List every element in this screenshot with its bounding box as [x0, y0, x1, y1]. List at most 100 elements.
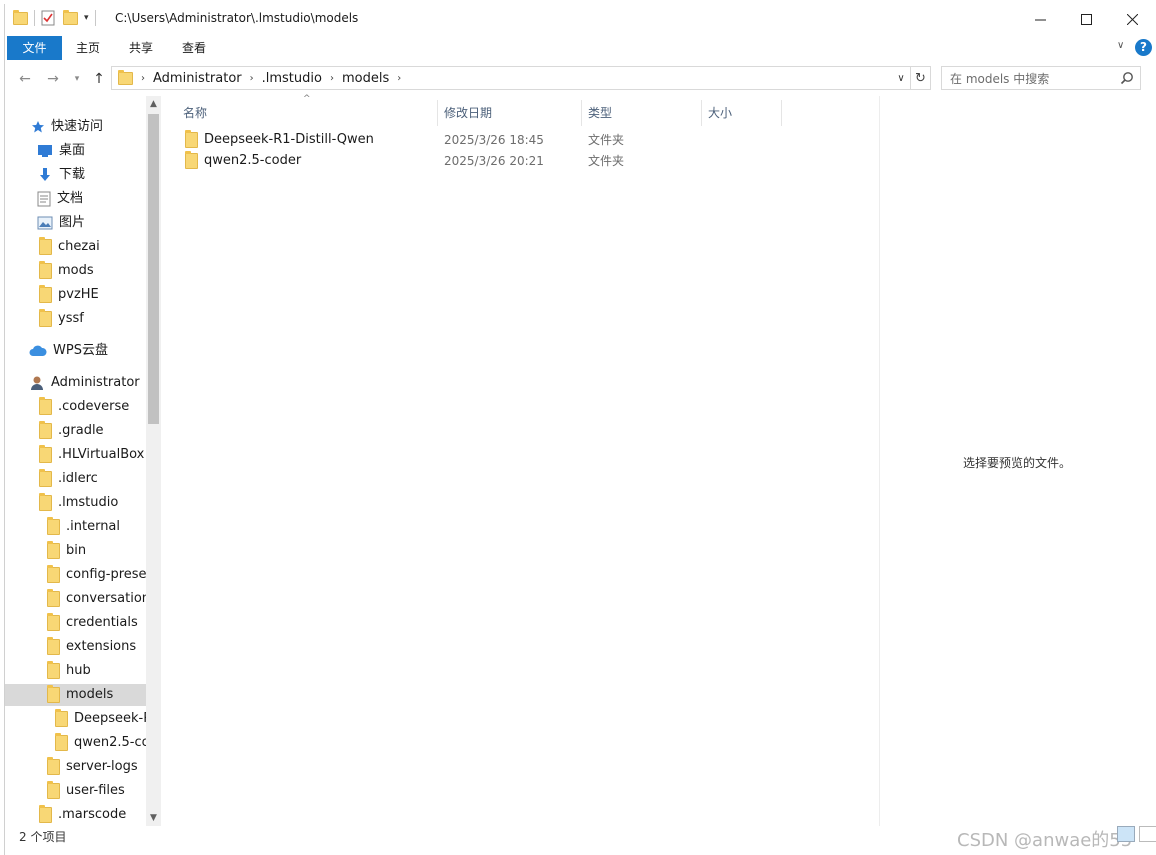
- folder-icon: [47, 637, 60, 655]
- nav-item-desktop[interactable]: 桌面 📌: [37, 140, 161, 162]
- desktop-icon: [38, 145, 52, 157]
- breadcrumb-lmstudio[interactable]: .lmstudio: [262, 71, 322, 86]
- folder-icon: [47, 757, 60, 775]
- status-item-count: 2 个项目: [19, 830, 67, 844]
- address-dropdown-icon[interactable]: ∨: [892, 67, 910, 89]
- nav-item-pvzhe[interactable]: pvzHE: [39, 284, 99, 306]
- quick-access-toolbar: ▾: [13, 9, 102, 26]
- tab-home[interactable]: 主页: [65, 36, 111, 60]
- download-icon: [40, 168, 50, 181]
- scroll-thumb[interactable]: [148, 114, 159, 424]
- file-date: 2025/3/26 20:21: [444, 154, 544, 168]
- breadcrumb-administrator[interactable]: Administrator: [153, 71, 242, 86]
- breadcrumb-models[interactable]: models: [342, 71, 389, 86]
- column-header-date[interactable]: 修改日期: [444, 100, 492, 126]
- nav-item-extensions[interactable]: extensions: [47, 636, 136, 658]
- properties-icon[interactable]: [41, 10, 55, 26]
- nav-item-chezai[interactable]: chezai: [39, 236, 100, 258]
- nav-item-pictures[interactable]: 图片 📌: [37, 212, 161, 234]
- nav-item-codeverse[interactable]: .codeverse: [39, 396, 129, 418]
- folder-icon: [39, 469, 52, 487]
- close-button[interactable]: [1109, 4, 1155, 34]
- help-icon[interactable]: ?: [1135, 39, 1152, 56]
- column-header-type[interactable]: 类型: [588, 100, 612, 126]
- folder-icon: [39, 445, 52, 463]
- file-row-qwen[interactable]: qwen2.5-coder: [185, 151, 301, 171]
- recent-locations-button[interactable]: ▾: [67, 69, 87, 89]
- title-bar: ▾ C:\Users\Administrator\.lmstudio\model…: [5, 4, 1156, 34]
- column-header-size[interactable]: 大小: [708, 100, 732, 126]
- nav-item-marscode[interactable]: .marscode: [39, 804, 126, 826]
- scroll-up-icon[interactable]: ▲: [146, 96, 161, 112]
- address-bar[interactable]: › Administrator › .lmstudio › models › ∨: [111, 66, 911, 90]
- maximize-button[interactable]: [1063, 4, 1109, 34]
- address-row: ← → ▾ ↑ › Administrator › .lmstudio › mo…: [5, 66, 1156, 92]
- tab-file[interactable]: 文件: [7, 36, 62, 60]
- nav-item-yssf[interactable]: yssf: [39, 308, 84, 330]
- column-divider[interactable]: [781, 100, 782, 126]
- folder-icon: [39, 237, 52, 255]
- search-placeholder: 在 models 中搜索: [950, 71, 1050, 86]
- nav-item-internal[interactable]: .internal: [47, 516, 120, 538]
- arrow-left-icon: ←: [19, 71, 31, 87]
- new-folder-icon[interactable]: [63, 9, 78, 25]
- chevron-right-icon[interactable]: ›: [397, 73, 401, 84]
- chevron-right-icon[interactable]: ›: [141, 73, 145, 84]
- file-type: 文件夹: [588, 133, 625, 147]
- expand-ribbon-icon[interactable]: ∨: [1117, 40, 1124, 51]
- nav-item-models[interactable]: models: [5, 684, 146, 706]
- ribbon-tabs: 文件 主页 共享 查看 ∨ ?: [5, 36, 1156, 60]
- nav-item-lmstudio[interactable]: .lmstudio: [39, 492, 118, 514]
- column-header-name[interactable]: 名称: [183, 100, 207, 126]
- file-row-deepseek[interactable]: Deepseek-R1-Distill-Qwen: [185, 130, 374, 150]
- scroll-down-icon[interactable]: ▼: [146, 810, 161, 826]
- customize-toolbar-icon[interactable]: ▾: [84, 13, 89, 23]
- folder-icon: [55, 733, 68, 751]
- refresh-button[interactable]: ↻: [911, 66, 931, 90]
- search-icon[interactable]: [1120, 71, 1134, 85]
- minimize-button[interactable]: [1017, 4, 1063, 34]
- preview-divider[interactable]: [879, 96, 880, 826]
- details-view-icon[interactable]: [1117, 826, 1135, 842]
- nav-item-user-files[interactable]: user-files: [47, 780, 125, 802]
- nav-item-deepseek[interactable]: Deepseek-R: [55, 708, 152, 730]
- search-input[interactable]: 在 models 中搜索: [941, 66, 1141, 90]
- nav-item-bin[interactable]: bin: [47, 540, 86, 562]
- column-divider[interactable]: [437, 100, 438, 126]
- large-icons-view-icon[interactable]: [1139, 826, 1156, 842]
- folder-icon: [55, 709, 68, 727]
- nav-item-credentials[interactable]: credentials: [47, 612, 138, 634]
- nav-item-gradle[interactable]: .gradle: [39, 420, 104, 442]
- back-button[interactable]: ←: [15, 69, 35, 89]
- nav-item-conversations[interactable]: conversations: [47, 588, 157, 610]
- nav-item-qwen[interactable]: qwen2.5-coc: [55, 732, 157, 754]
- nav-item-downloads[interactable]: 下载 📌: [37, 164, 161, 186]
- watermark: CSDN @anwae的55: [957, 830, 1133, 851]
- folder-icon: [47, 613, 60, 631]
- chevron-right-icon[interactable]: ›: [250, 73, 254, 84]
- column-divider[interactable]: [701, 100, 702, 126]
- nav-item-mods[interactable]: mods: [39, 260, 94, 282]
- sort-ascending-icon: ^: [303, 94, 311, 104]
- forward-button[interactable]: →: [43, 69, 63, 89]
- nav-scrollbar[interactable]: ▲ ▼: [146, 96, 161, 826]
- nav-item-server-logs[interactable]: server-logs: [47, 756, 138, 778]
- nav-item-hlvirtualbox[interactable]: .HLVirtualBox: [39, 444, 144, 466]
- nav-item-documents[interactable]: 文档 📌: [37, 188, 161, 210]
- explorer-window: ▾ C:\Users\Administrator\.lmstudio\model…: [4, 4, 1156, 855]
- tab-view[interactable]: 查看: [171, 36, 217, 60]
- up-button[interactable]: ↑: [89, 69, 109, 89]
- nav-quick-access[interactable]: 快速访问: [31, 116, 103, 138]
- nav-item-config-preset[interactable]: config-preset: [47, 564, 152, 586]
- nav-wps-cloud[interactable]: WPS云盘: [29, 340, 108, 362]
- column-divider[interactable]: [581, 100, 582, 126]
- nav-item-hub[interactable]: hub: [47, 660, 91, 682]
- picture-icon: [37, 216, 53, 230]
- tab-share[interactable]: 共享: [118, 36, 164, 60]
- nav-user-administrator[interactable]: Administrator: [29, 372, 140, 394]
- folder-icon: [47, 781, 60, 799]
- chevron-right-icon[interactable]: ›: [330, 73, 334, 84]
- folder-icon: [47, 565, 60, 583]
- nav-item-idlerc[interactable]: .idlerc: [39, 468, 98, 490]
- folder-icon: [47, 661, 60, 679]
